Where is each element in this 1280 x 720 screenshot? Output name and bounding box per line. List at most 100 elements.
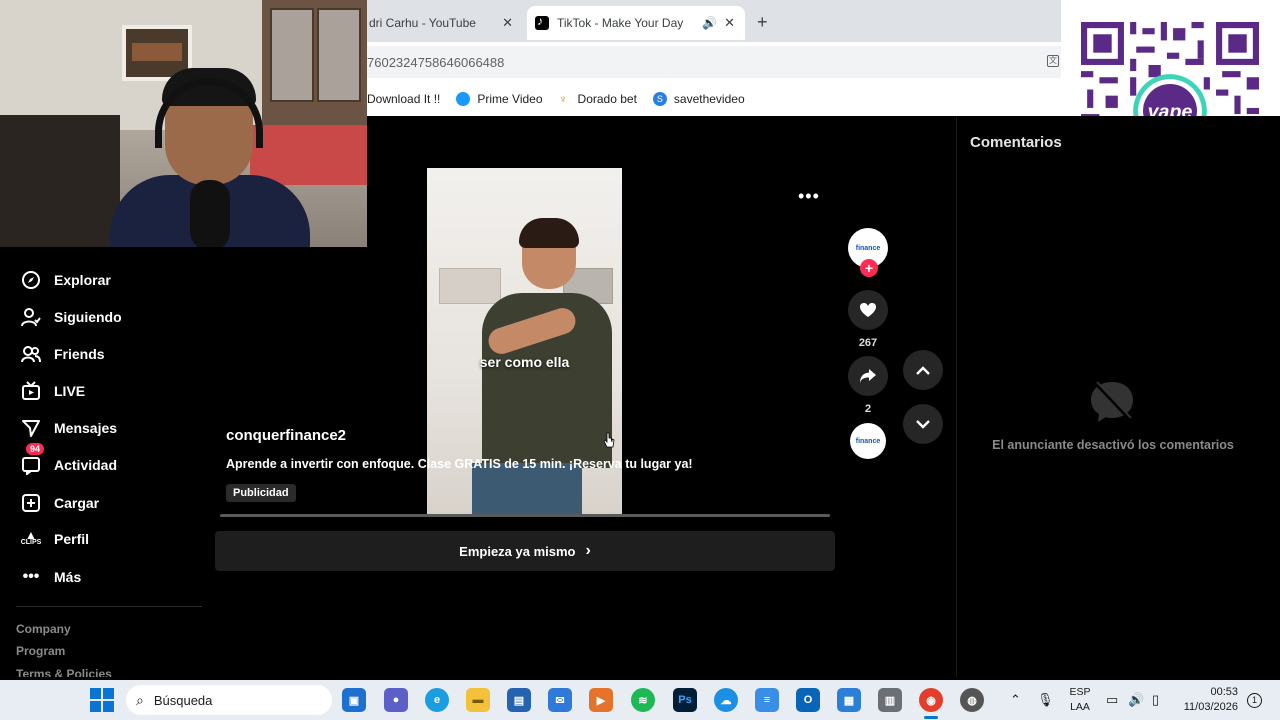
tray-overflow-chevron-icon[interactable]: ⌃	[1010, 692, 1021, 708]
footer-link-program[interactable]: Program	[16, 644, 65, 658]
bookmarks-bar: Download It !! Prime Video ♆ Dorado bet S…	[367, 81, 1061, 116]
prime-video-icon	[456, 91, 471, 106]
next-video-button[interactable]	[903, 404, 943, 444]
footer-link-company[interactable]: Company	[16, 622, 71, 636]
address-bar-url: 7602324758646066488	[367, 54, 505, 70]
taskbar-search-input[interactable]: ⌕ Búsqueda	[126, 685, 332, 715]
bookmark-dorado-bet[interactable]: ♆ Dorado bet	[559, 92, 637, 106]
hand-cursor-icon	[603, 432, 615, 448]
task-view-icon[interactable]: ▣	[342, 688, 366, 712]
sidebar-item-mas[interactable]: ••• Más	[20, 566, 82, 588]
video-caption-overlay: ser como ella	[479, 354, 570, 370]
like-count: 267	[858, 337, 878, 349]
activity-badge: 94	[26, 443, 45, 455]
comments-title: Comentarios	[970, 134, 1062, 151]
sidebar-item-perfil[interactable]: ▲ CLIPS Perfil	[20, 528, 89, 550]
calendar-icon[interactable]: ▦	[837, 688, 861, 712]
sound-disc-avatar[interactable]: finance	[850, 423, 886, 459]
sponsored-badge: Publicidad	[226, 484, 296, 502]
onedrive-icon[interactable]: ☁	[714, 688, 738, 712]
heart-icon	[860, 303, 876, 317]
video-person-hair	[519, 218, 579, 248]
bookmark-savethevideo-label: savethevideo	[673, 91, 745, 106]
sidebar-item-label: Friends	[54, 346, 105, 362]
sidebar-item-label: Cargar	[54, 495, 100, 511]
tab-youtube[interactable]: dri Carhu - YouTube ✕	[367, 6, 525, 40]
edge-icon[interactable]: e	[425, 688, 449, 712]
volume-icon[interactable]: 🔊	[1128, 692, 1144, 708]
tab-audio-speaker-icon[interactable]: 🔊	[702, 16, 717, 30]
windows-taskbar: ⌕ Búsqueda ▣ ● e ▬ ▤ ✉ ▶ ≋ Ps ☁ ≡ O ▦ ▥ …	[0, 680, 1280, 720]
bookmark-dorado-bet-label: Dorado bet	[577, 91, 637, 106]
savethevideo-icon: S	[652, 91, 667, 106]
sidebar-item-friends[interactable]: Friends	[20, 343, 105, 365]
mail-icon[interactable]: ✉	[548, 688, 572, 712]
bookmark-prime-video[interactable]: Prime Video	[456, 91, 543, 106]
clock-time: 00:53	[1210, 686, 1238, 698]
search-icon: ⌕	[136, 691, 144, 708]
sound-disc-text: finance	[855, 437, 881, 445]
share-button[interactable]	[848, 356, 888, 396]
webcam-microphone	[190, 180, 230, 247]
chat-icon[interactable]: ●	[384, 688, 408, 712]
store-icon[interactable]: ▤	[507, 688, 531, 712]
notepad-icon[interactable]: ≡	[755, 688, 779, 712]
cta-button[interactable]: Empieza ya mismo ›	[215, 531, 835, 571]
more-icon: •••	[22, 568, 40, 585]
sidebar-item-label: Perfil	[54, 531, 90, 547]
tab-youtube-title: dri Carhu - YouTube	[369, 16, 476, 30]
footer-link-terms[interactable]: Terms & Policies	[16, 667, 112, 677]
sidebar-item-label: Actividad	[54, 457, 118, 473]
webcam-shelf	[250, 125, 367, 185]
input-language[interactable]: ESP LAA	[1066, 685, 1094, 715]
tab-tiktok[interactable]: TikTok - Make Your Day 🔊 ✕	[527, 6, 745, 40]
webcam-overlay	[0, 0, 367, 247]
taskbar-clock[interactable]: 00:53 11/03/2026	[1176, 685, 1238, 715]
address-bar[interactable]: 7602324758646066488	[367, 46, 1061, 78]
tiktok-sidebar: Explorar Siguiendo Friends LIVE Mensajes…	[0, 247, 215, 677]
notification-count-badge[interactable]: 1	[1247, 693, 1262, 708]
sidebar-divider	[16, 606, 202, 607]
windows-start-icon[interactable]	[90, 688, 114, 712]
obs-icon[interactable]: ◍	[960, 688, 984, 712]
chevron-right-icon: ›	[585, 542, 591, 559]
spotify-icon[interactable]: ≋	[631, 688, 655, 712]
media-player-icon[interactable]: ▶	[589, 688, 613, 712]
previous-video-button[interactable]	[903, 350, 943, 390]
sidebar-item-actividad[interactable]: 94 Actividad	[20, 443, 118, 476]
file-explorer-icon[interactable]: ▬	[466, 688, 490, 712]
photoshop-icon[interactable]: Ps	[673, 688, 697, 712]
bookmark-download-it[interactable]: Download It !!	[367, 92, 440, 106]
input-language-bottom: LAA	[1070, 701, 1090, 713]
comments-panel: Comentarios El anunciante desactivó los …	[956, 116, 1280, 677]
sidebar-item-live[interactable]: LIVE	[20, 380, 85, 402]
activity-icon: 94	[20, 443, 45, 476]
outlook-icon[interactable]: O	[796, 688, 820, 712]
translate-icon[interactable]: 文	[1047, 55, 1059, 67]
follow-plus-icon[interactable]: +	[860, 259, 878, 277]
chrome-icon[interactable]: ◉	[919, 688, 943, 712]
tab-youtube-close-icon[interactable]: ✕	[502, 15, 513, 31]
sidebar-item-label: Explorar	[54, 272, 111, 288]
microphone-icon[interactable]: 🎙	[1037, 692, 1054, 708]
tab-tiktok-close-icon[interactable]: ✕	[724, 15, 735, 31]
chevron-down-icon	[916, 419, 930, 429]
video-author[interactable]: conquerfinance2	[226, 427, 346, 444]
battery-icon[interactable]: ▯	[1152, 692, 1159, 708]
taskbar-search-placeholder: Búsqueda	[153, 692, 213, 708]
bookmark-savethevideo[interactable]: Ssavethevideo	[652, 91, 745, 106]
more-options-icon[interactable]: •••	[798, 186, 820, 207]
calculator-icon[interactable]: ▥	[878, 688, 902, 712]
comments-disabled-icon	[1091, 380, 1133, 422]
cta-button-label: Empieza ya mismo	[459, 543, 576, 559]
sidebar-item-mensajes[interactable]: Mensajes	[20, 417, 117, 439]
new-tab-button[interactable]: +	[757, 12, 768, 33]
sidebar-item-siguiendo[interactable]: Siguiendo	[20, 306, 122, 328]
share-count: 2	[864, 403, 872, 415]
tiktok-favicon-icon	[535, 14, 549, 30]
video-progress-bar[interactable]	[220, 514, 830, 517]
network-icon[interactable]: ▭	[1106, 692, 1118, 708]
like-button[interactable]	[848, 290, 888, 330]
sidebar-item-cargar[interactable]: Cargar	[20, 492, 99, 514]
sidebar-item-explorar[interactable]: Explorar	[20, 269, 111, 291]
